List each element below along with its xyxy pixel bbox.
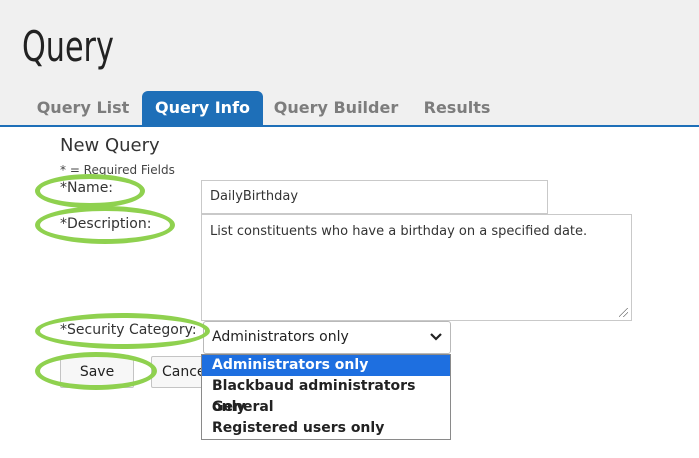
tab-query-builder[interactable]: Query Builder — [268, 91, 404, 126]
security-category-value: Administrators only — [212, 329, 349, 345]
option-blackbaud-administrators-only[interactable]: Blackbaud administrators only — [202, 376, 450, 415]
description-label: *Description: — [60, 216, 152, 232]
save-button[interactable]: Save — [60, 356, 134, 388]
option-registered-users-only[interactable]: Registered users only — [202, 418, 450, 439]
page-title: Query — [22, 22, 114, 71]
form-title: New Query — [60, 135, 160, 156]
name-field[interactable]: DailyBirthday — [201, 180, 548, 214]
tab-results[interactable]: Results — [412, 91, 502, 126]
tab-query-list[interactable]: Query List — [26, 91, 140, 126]
description-field[interactable]: List constituents who have a birthday on… — [201, 214, 632, 321]
name-label: *Name: — [60, 180, 114, 196]
option-general[interactable]: General — [202, 397, 450, 418]
resize-grip-icon[interactable] — [619, 308, 628, 317]
required-fields-note: * = Required Fields — [60, 163, 175, 177]
security-category-select[interactable]: Administrators only — [203, 321, 451, 354]
header: Query Query List Query Info Query Builde… — [0, 0, 699, 127]
description-text: List constituents who have a birthday on… — [210, 224, 588, 239]
option-administrators-only[interactable]: Administrators only — [202, 355, 450, 376]
security-category-options: Administrators only Blackbaud administra… — [201, 354, 451, 440]
security-category-label: *Security Category: — [60, 322, 197, 338]
tab-query-info[interactable]: Query Info — [142, 91, 263, 126]
